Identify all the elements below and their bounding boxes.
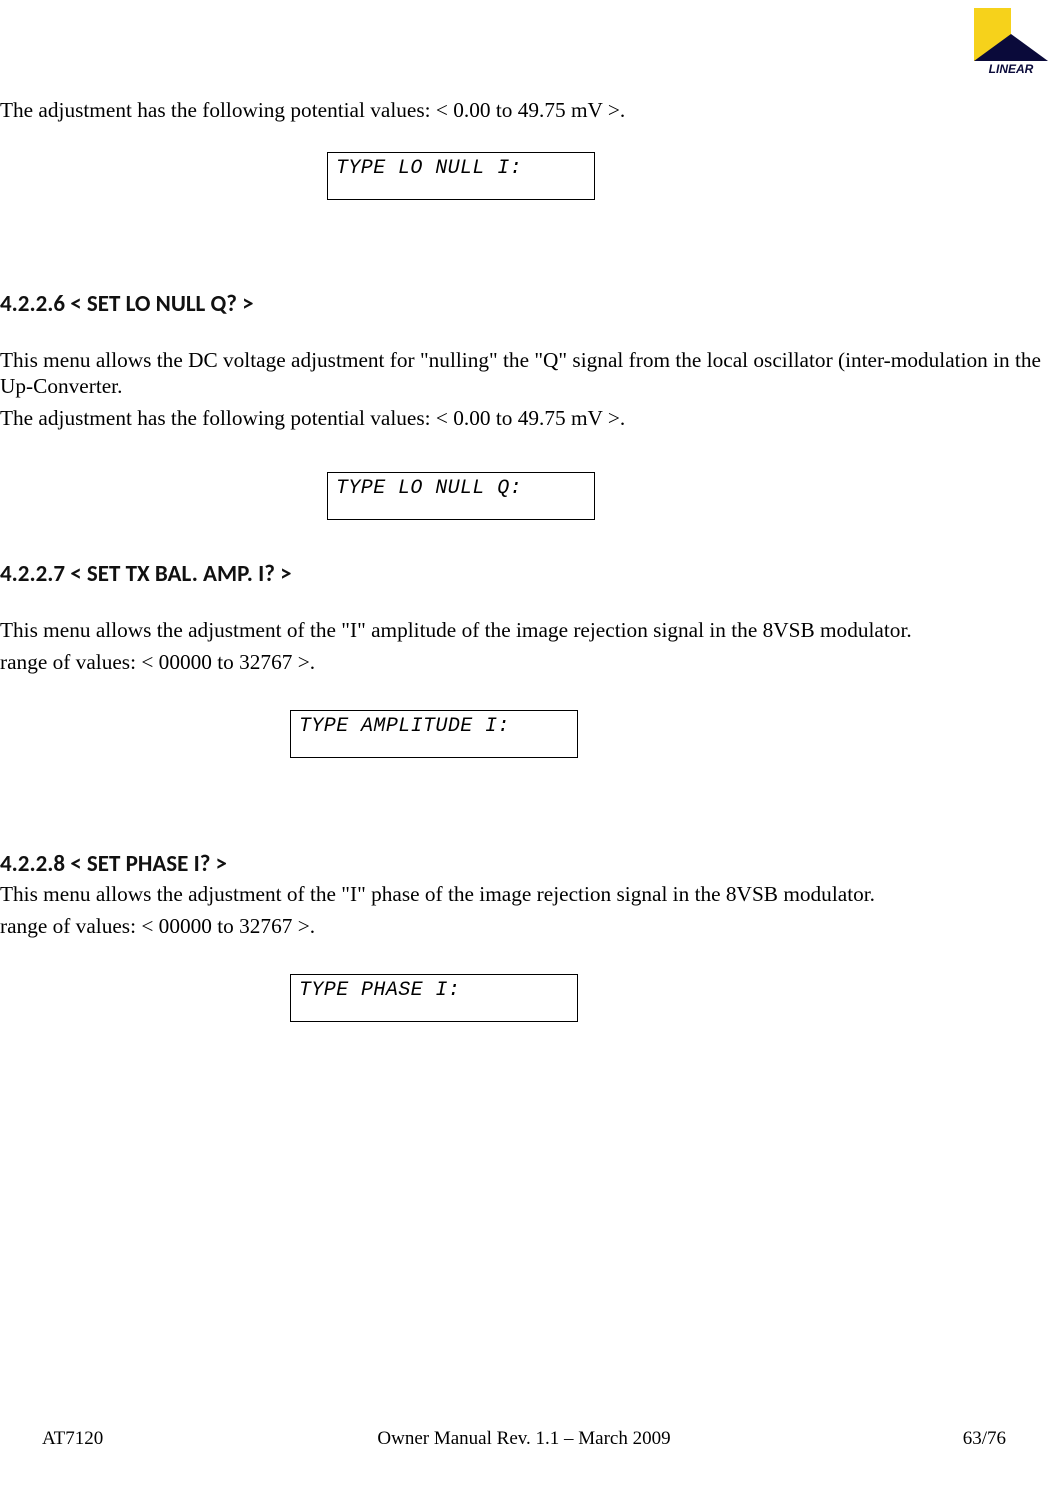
para-phase-i-desc: This menu allows the adjustment of the "… (0, 882, 1048, 908)
heading-set-phase-i: 4.2.2.8 < SET PHASE I? > (0, 850, 1048, 878)
intro-adjustment-line: The adjustment has the following potenti… (0, 98, 1048, 124)
brand-logo: LINEAR (974, 8, 1048, 76)
footer-model: AT7120 (42, 1428, 103, 1450)
para-tx-bal-range: range of values: < 00000 to 32767 >. (0, 650, 1048, 676)
heading-set-tx-bal-amp-i: 4.2.2.7 < SET TX BAL. AMP. I? > (0, 560, 1048, 588)
para-lo-null-q-range: The adjustment has the following potenti… (0, 406, 1048, 432)
heading-set-lo-null-q: 4.2.2.6 < SET LO NULL Q? > (0, 290, 1048, 318)
para-phase-i-range: range of values: < 00000 to 32767 >. (0, 914, 1048, 940)
display-box-lo-null-q: TYPE LO NULL Q: (327, 472, 595, 520)
display-box-phase-i: TYPE PHASE I: (290, 974, 578, 1022)
footer-title: Owner Manual Rev. 1.1 – March 2009 (377, 1428, 670, 1450)
para-lo-null-q-desc: This menu allows the DC voltage adjustme… (0, 348, 1048, 400)
para-tx-bal-desc: This menu allows the adjustment of the "… (0, 618, 1048, 644)
page-footer: AT7120 Owner Manual Rev. 1.1 – March 200… (0, 1428, 1048, 1450)
display-box-amplitude-i: TYPE AMPLITUDE I: (290, 710, 578, 758)
display-box-lo-null-i: TYPE LO NULL I: (327, 152, 595, 200)
brand-logo-text: LINEAR (989, 62, 1034, 76)
footer-page-number: 63/76 (963, 1428, 1006, 1450)
